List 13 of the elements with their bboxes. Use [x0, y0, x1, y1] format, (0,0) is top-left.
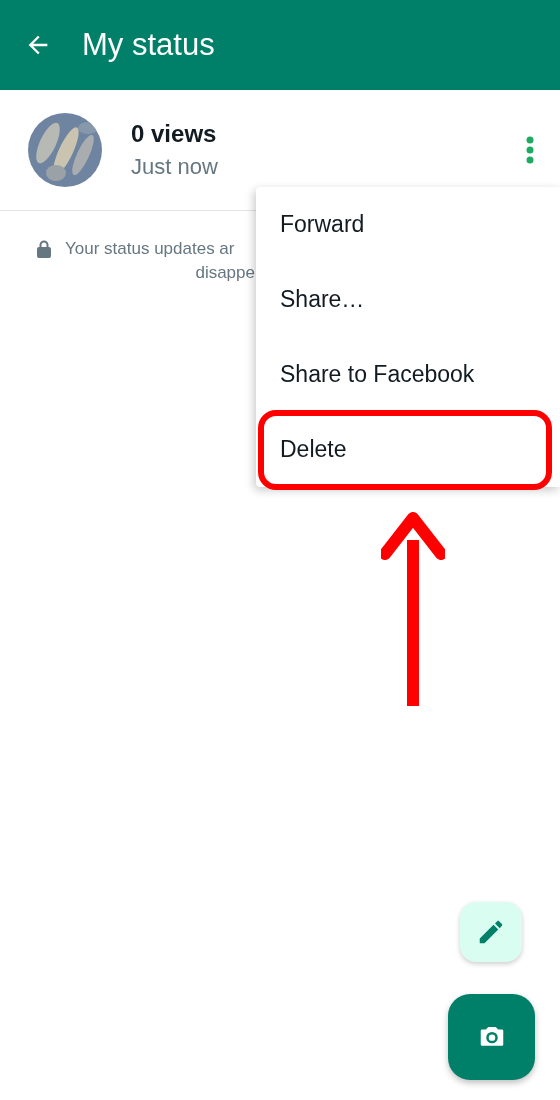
edit-button[interactable] [460, 902, 522, 962]
camera-button[interactable] [448, 994, 535, 1080]
view-count: 0 views [131, 120, 218, 148]
menu-item[interactable]: Share to Facebook [280, 361, 475, 388]
menu-item[interactable]: Share… [280, 286, 365, 313]
menu-item[interactable]: Delete [280, 436, 347, 463]
notice-text: disappe [195, 262, 255, 284]
status-time: Just now [131, 154, 219, 180]
notice-text: Your status updates ar [65, 238, 235, 260]
lock-icon [37, 240, 51, 258]
more-options-icon[interactable] [526, 136, 534, 164]
menu-item[interactable]: Forward [280, 211, 365, 238]
screen-title: My status [82, 27, 215, 63]
